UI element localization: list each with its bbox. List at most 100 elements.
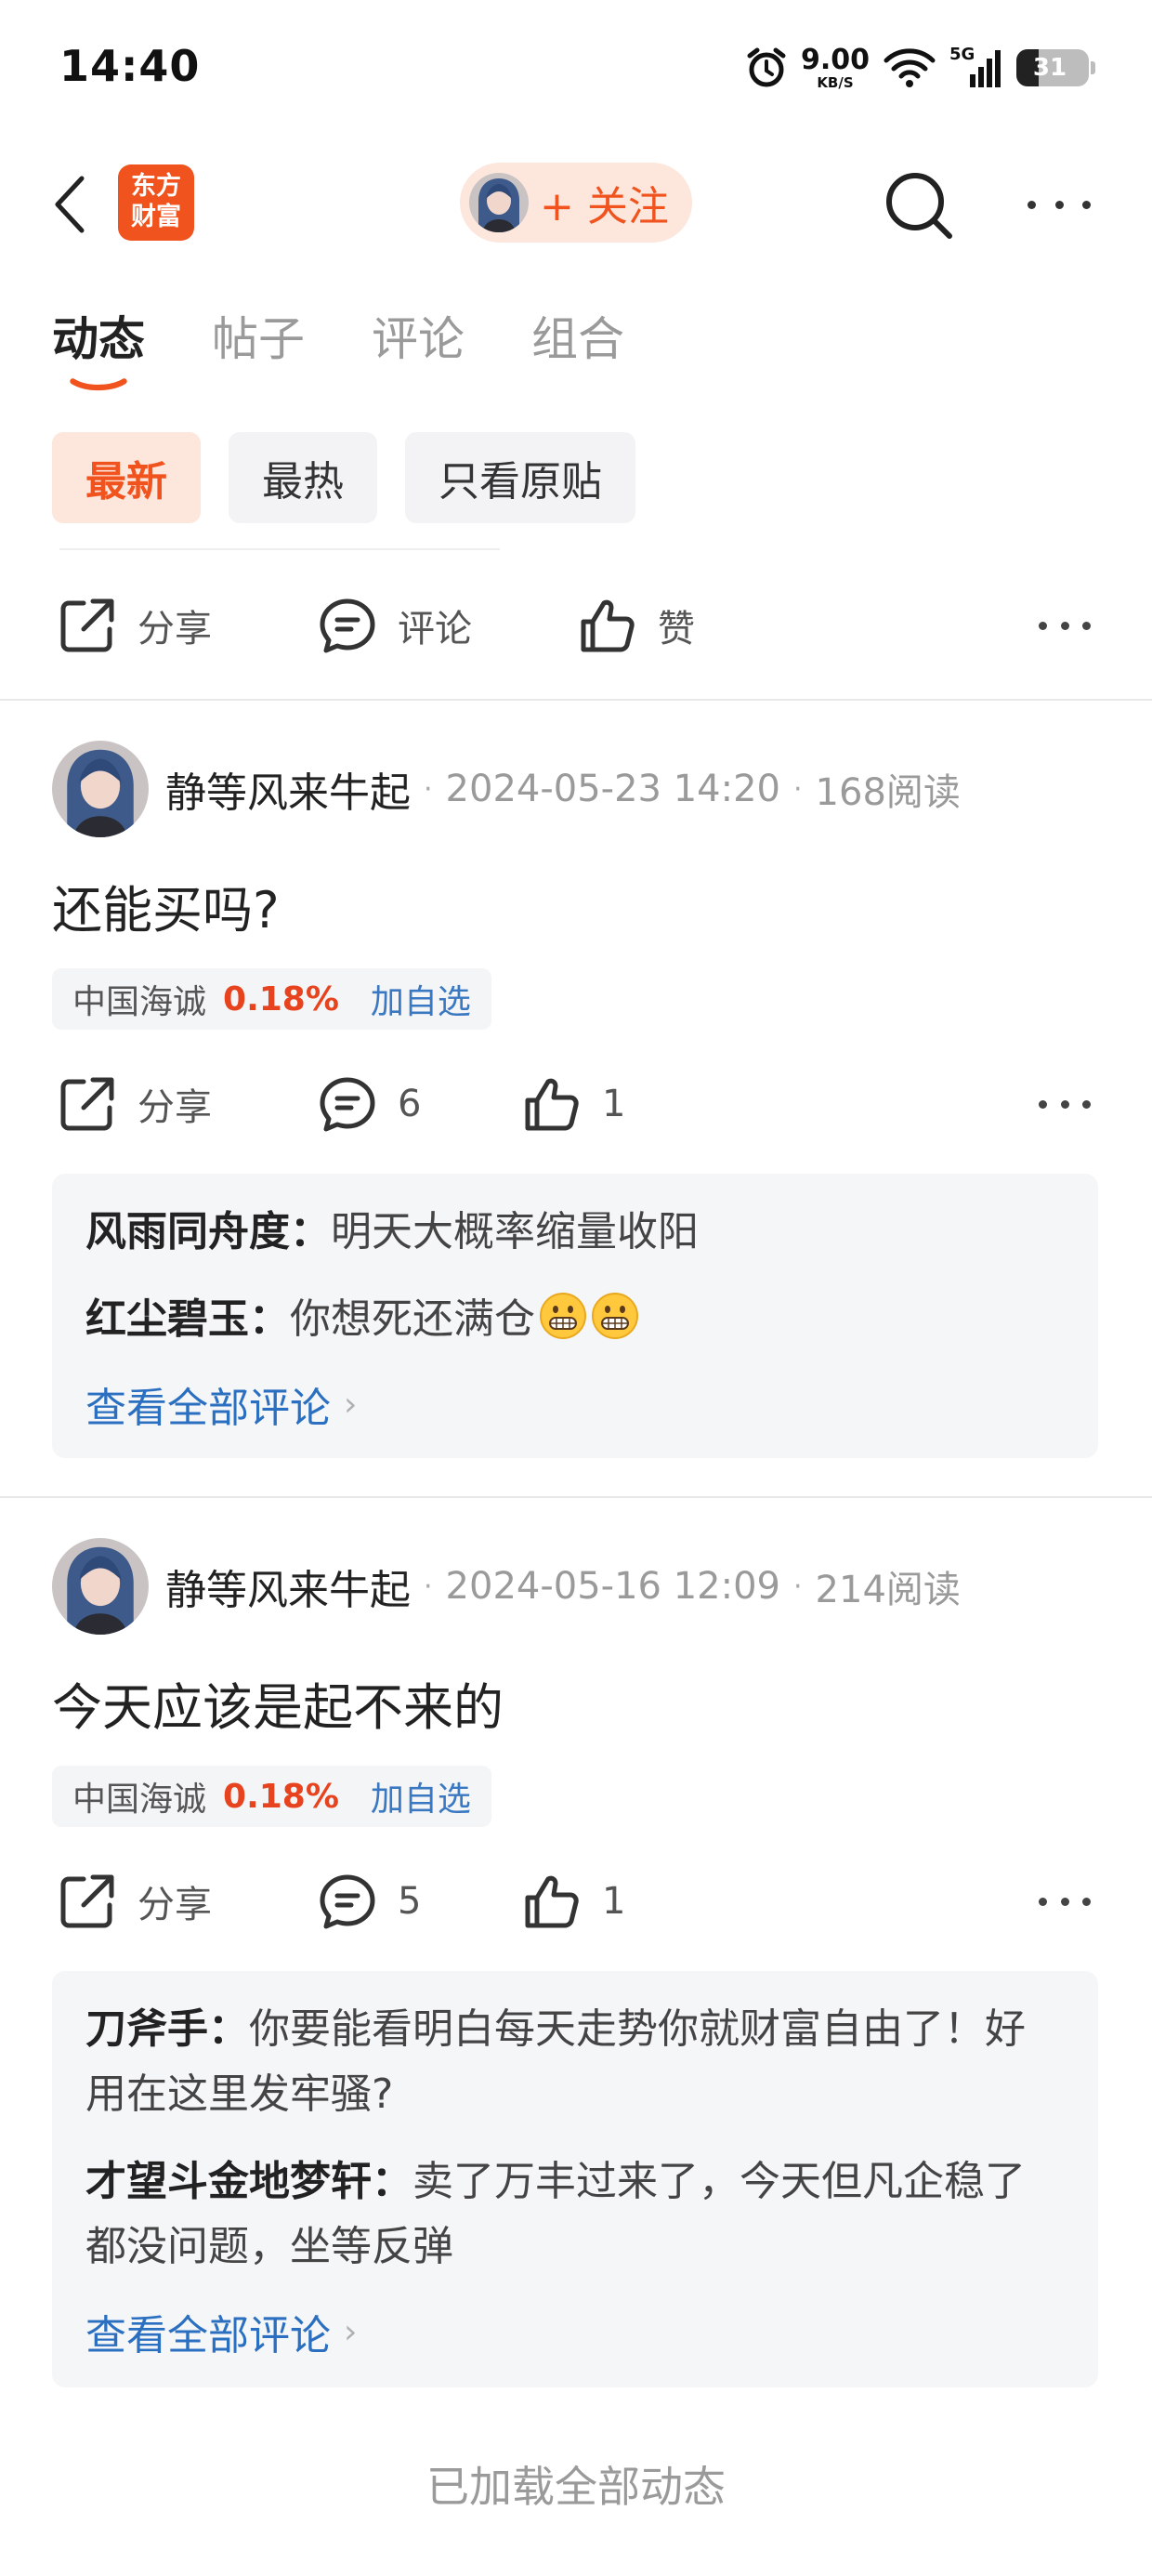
share-button[interactable]: 分享 xyxy=(56,1860,212,1943)
chevron-left-icon xyxy=(55,176,85,233)
comment-user[interactable]: 刀斧手： xyxy=(85,2005,249,2053)
post-header: 静等风来牛起 · 2024-05-16 12:09 · 214阅读 xyxy=(52,1538,1102,1635)
comment-preview: 风雨同舟度：明天大概率缩量收阳 红尘碧玉：你想死还满仓 查看全部评论 › xyxy=(52,1174,1098,1458)
thumbs-up-icon xyxy=(525,1875,579,1928)
cellular-signal: 5G xyxy=(949,45,1003,89)
top-nav: 东方 财富 + 关注 xyxy=(0,139,1152,269)
thumbs-up-icon xyxy=(581,599,635,652)
comment-label: 评论 xyxy=(398,608,472,651)
signal-icon xyxy=(970,50,1001,87)
comment-icon xyxy=(320,598,375,653)
more-options-button[interactable] xyxy=(1022,177,1096,232)
tab-portfolio[interactable]: 组合 xyxy=(531,302,624,404)
view-all-comments-link[interactable]: 查看全部评论 › xyxy=(85,1374,1065,1434)
search-button[interactable] xyxy=(878,163,962,246)
post-content[interactable]: 还能买吗? xyxy=(52,869,280,942)
share-label: 分享 xyxy=(137,1086,212,1129)
tab-posts[interactable]: 帖子 xyxy=(212,302,305,404)
like-button[interactable]: 赞 xyxy=(576,584,695,667)
post-datetime: 2024-05-23 14:20 xyxy=(445,768,780,810)
add-watchlist-button[interactable]: 加自选 xyxy=(371,1772,471,1820)
separator-dot: · xyxy=(793,1570,803,1603)
view-all-comments-link[interactable]: 查看全部评论 › xyxy=(85,2302,1065,2361)
comment-item[interactable]: 才望斗金地梦轩：卖了万丰过来了，今天但凡企稳了都没问题，坐等反弹 xyxy=(85,2149,1065,2280)
filter-hottest[interactable]: 最热 xyxy=(229,432,377,523)
stock-name: 中国海诚 xyxy=(72,1781,207,1819)
author-name[interactable]: 静等风来牛起 xyxy=(165,1557,411,1616)
avatar[interactable] xyxy=(52,741,149,837)
comment-user[interactable]: 风雨同舟度： xyxy=(85,1208,331,1255)
profile-feed-page: 14:40 9.00 KB/S 5G 31 东方 财富 + 关注 动态 帖子 评… xyxy=(0,0,1152,2576)
search-icon xyxy=(886,173,952,239)
comment-text: 你想死还满仓 xyxy=(290,1295,535,1343)
divider xyxy=(59,548,500,550)
avatar[interactable] xyxy=(52,1538,149,1635)
follow-button[interactable]: + 关注 xyxy=(460,163,692,243)
chevron-right-icon: › xyxy=(344,1385,358,1424)
comment-item[interactable]: 红尘碧玉：你想死还满仓 xyxy=(85,1287,1065,1352)
status-icons: 9.00 KB/S 5G 31 xyxy=(745,37,1095,99)
comment-preview: 刀斧手：你要能看明白每天走势你就财富自由了！好用在这里发牢骚? 才望斗金地梦轩：… xyxy=(52,1971,1098,2387)
post-content[interactable]: 今天应该是起不来的 xyxy=(52,1666,504,1740)
network-speed-value: 9.00 xyxy=(800,43,870,76)
stock-tag[interactable]: 中国海诚 0.18% 加自选 xyxy=(52,1766,491,1827)
share-icon xyxy=(60,598,114,652)
comment-button[interactable]: 评论 xyxy=(316,584,472,667)
comment-button[interactable]: 6 xyxy=(316,1062,421,1146)
grimace-emoji-icon xyxy=(592,1293,638,1339)
post-header: 静等风来牛起 · 2024-05-23 14:20 · 168阅读 xyxy=(52,741,1102,837)
author-name[interactable]: 静等风来牛起 xyxy=(165,759,411,819)
like-count: 1 xyxy=(602,1880,626,1923)
post-more-button[interactable] xyxy=(1039,1062,1091,1146)
comment-item[interactable]: 刀斧手：你要能看明白每天走势你就财富自由了！好用在这里发牢骚? xyxy=(85,1997,1065,2127)
logo-text-line1: 东方 xyxy=(131,172,181,201)
like-button[interactable]: 1 xyxy=(520,1062,625,1146)
stock-tag[interactable]: 中国海诚 0.18% 加自选 xyxy=(52,968,491,1030)
divider xyxy=(0,1496,1152,1498)
view-all-label: 查看全部评论 xyxy=(85,1385,331,1432)
stock-change: 0.18% xyxy=(223,1777,339,1816)
separator-dot: · xyxy=(424,1570,433,1603)
filter-original-only[interactable]: 只看原贴 xyxy=(405,432,635,523)
comment-icon xyxy=(320,1874,375,1929)
filter-latest[interactable]: 最新 xyxy=(52,432,201,523)
grimace-emoji-icon xyxy=(540,1293,586,1339)
post-actions: 分享 评论 赞 xyxy=(0,584,1152,667)
status-time: 14:40 xyxy=(59,41,201,91)
comment-text: 明天大概率缩量收阳 xyxy=(331,1208,699,1255)
comment-user[interactable]: 才望斗金地梦轩： xyxy=(85,2158,412,2205)
tab-comments[interactable]: 评论 xyxy=(372,302,465,404)
comment-user[interactable]: 红尘碧玉： xyxy=(85,1295,290,1343)
post-more-button[interactable] xyxy=(1039,584,1091,667)
like-label: 赞 xyxy=(658,608,695,651)
read-count: 168阅读 xyxy=(815,771,961,814)
follow-label: + 关注 xyxy=(540,183,669,230)
sort-filters: 最新 最热 只看原贴 xyxy=(52,432,635,523)
comment-button[interactable]: 5 xyxy=(316,1860,421,1943)
share-button[interactable]: 分享 xyxy=(56,584,212,667)
separator-dot: · xyxy=(793,772,803,806)
comment-count: 5 xyxy=(398,1880,422,1923)
divider xyxy=(0,699,1152,701)
network-speed: 9.00 KB/S xyxy=(801,46,870,90)
wifi-icon xyxy=(884,48,936,87)
app-logo[interactable]: 东方 财富 xyxy=(118,164,194,241)
battery-level: 31 xyxy=(1032,54,1067,82)
active-tab-indicator xyxy=(70,378,127,391)
alarm-icon xyxy=(747,47,786,87)
post-actions: 分享 5 1 xyxy=(0,1860,1152,1943)
comment-icon xyxy=(320,1077,375,1132)
back-button[interactable] xyxy=(43,167,98,242)
like-button[interactable]: 1 xyxy=(520,1860,625,1943)
add-watchlist-button[interactable]: 加自选 xyxy=(371,975,471,1023)
comment-item[interactable]: 风雨同舟度：明天大概率缩量收阳 xyxy=(85,1200,1065,1265)
share-button[interactable]: 分享 xyxy=(56,1062,212,1146)
stock-name: 中国海诚 xyxy=(72,983,207,1021)
thumbs-up-icon xyxy=(525,1078,579,1131)
profile-tabs: 动态 帖子 评论 组合 xyxy=(52,302,624,404)
post-more-button[interactable] xyxy=(1039,1860,1091,1943)
view-all-label: 查看全部评论 xyxy=(85,2312,331,2359)
like-count: 1 xyxy=(602,1083,626,1125)
separator-dot: · xyxy=(424,772,433,806)
more-dot xyxy=(1054,200,1064,209)
